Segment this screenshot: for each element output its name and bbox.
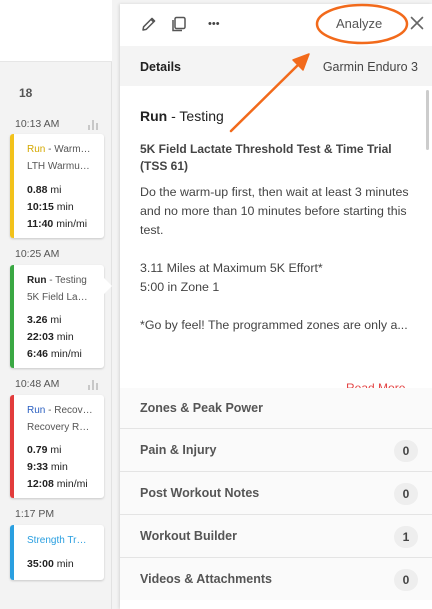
- card-title-suffix: - Testing: [46, 275, 87, 286]
- card-metric-distance: 0.79 mi: [27, 444, 62, 456]
- section-label: Videos & Attachments: [140, 572, 272, 586]
- section-label: Pain & Injury: [140, 443, 217, 457]
- section-count-badge: 0: [394, 440, 418, 462]
- card-metric-pace: 11:40 min/mi: [27, 218, 88, 230]
- card-title: Run - Testing: [27, 275, 87, 286]
- card-metric-distance: 0.88 mi: [27, 184, 62, 196]
- card-sport: Run: [27, 144, 46, 155]
- workout-sport: Run: [140, 108, 168, 124]
- section-workout-builder[interactable]: Workout Builder 1: [120, 514, 432, 557]
- copy-icon[interactable]: [170, 15, 188, 33]
- section-zones-peak-power[interactable]: Zones & Peak Power: [120, 388, 432, 428]
- details-header: Details Garmin Enduro 3: [120, 46, 432, 86]
- selected-card-pointer: [104, 278, 112, 294]
- description-paragraph: Do the warm-up first, then wait at least…: [140, 185, 409, 237]
- card-metric-pace: 6:46 min/mi: [27, 348, 82, 360]
- entry-time: 10:13 AM: [15, 118, 60, 130]
- card-color-stripe: [10, 525, 14, 580]
- chart-bars-icon[interactable]: [88, 119, 100, 130]
- description-paragraph: 3.11 Miles at Maximum 5K Effort* 5:00 in…: [140, 261, 323, 294]
- details-label: Details: [140, 60, 181, 74]
- workout-description: Do the warm-up first, then wait at least…: [140, 183, 415, 354]
- card-title-suffix: - Recov…: [45, 405, 93, 416]
- workout-card-selected[interactable]: Run - Testing 5K Field La… 3.26 mi 22:03…: [10, 265, 104, 368]
- entry-time: 10:25 AM: [15, 248, 60, 260]
- section-label: Workout Builder: [140, 529, 237, 543]
- section-videos-attachments[interactable]: Videos & Attachments 0: [120, 557, 432, 600]
- card-title: Run - Warm…: [27, 144, 91, 155]
- close-icon[interactable]: [408, 14, 426, 32]
- workout-card[interactable]: Strength Tr… 35:00 min: [10, 525, 104, 580]
- card-sport: Run: [27, 405, 46, 416]
- card-subtitle: LTH Warmu…: [27, 161, 90, 172]
- section-count-badge: 1: [394, 526, 418, 548]
- card-title: Run - Recov…: [27, 405, 93, 416]
- card-metric-pace: 12:08 min/mi: [27, 478, 88, 490]
- section-count-badge: 0: [394, 483, 418, 505]
- card-metric-duration: 10:15 min: [27, 201, 74, 213]
- description-paragraph: *Go by feel! The programmed zones are on…: [140, 318, 408, 332]
- card-metric-distance: 3.26 mi: [27, 314, 62, 326]
- more-horizontal-icon[interactable]: •••: [208, 18, 226, 36]
- workout-name: 5K Field Lactate Threshold Test & Time T…: [140, 142, 392, 173]
- workout-title: Run - Testing: [140, 108, 224, 124]
- section-label: Post Workout Notes: [140, 486, 260, 500]
- device-name: Garmin Enduro 3: [322, 60, 418, 74]
- workout-detail-panel: ••• Analyze Details Garmin Enduro 3 Run …: [120, 4, 432, 609]
- card-color-stripe: [10, 265, 14, 368]
- calendar-column: 18 10:13 AM Run - Warm… LTH Warmu… 0.88 …: [0, 0, 112, 609]
- workout-card[interactable]: Run - Warm… LTH Warmu… 0.88 mi 10:15 min…: [10, 134, 104, 238]
- chart-bars-icon[interactable]: [88, 379, 100, 390]
- card-title-suffix: - Warm…: [45, 144, 91, 155]
- scrollbar[interactable]: [426, 90, 429, 150]
- workout-title-rest: - Testing: [167, 108, 224, 124]
- section-count-badge: 0: [394, 569, 418, 591]
- detail-sections: Zones & Peak Power Pain & Injury 0 Post …: [120, 388, 432, 600]
- section-label: Zones & Peak Power: [140, 401, 263, 415]
- section-post-workout-notes[interactable]: Post Workout Notes 0: [120, 471, 432, 514]
- card-color-stripe: [10, 395, 14, 498]
- entry-time: 1:17 PM: [15, 508, 55, 520]
- card-sport: Run: [27, 275, 47, 286]
- card-metric-duration: 35:00 min: [27, 558, 74, 570]
- read-more-link[interactable]: Read More: [346, 381, 405, 388]
- card-subtitle: 5K Field La…: [27, 292, 88, 303]
- day-number: 18: [19, 86, 33, 100]
- card-metric-duration: 22:03 min: [27, 331, 74, 343]
- analyze-button[interactable]: Analyze: [336, 16, 382, 31]
- card-title: Strength Tr…: [27, 535, 86, 546]
- pencil-icon[interactable]: [140, 15, 158, 33]
- workout-card[interactable]: Run - Recov… Recovery R… 0.79 mi 9:33 mi…: [10, 395, 104, 498]
- card-color-stripe: [10, 134, 14, 238]
- card-sport: Strength Tr…: [27, 535, 87, 546]
- panel-toolbar: ••• Analyze: [120, 4, 432, 46]
- entry-time: 10:48 AM: [15, 378, 60, 390]
- calendar-header: [0, 0, 112, 62]
- card-metric-duration: 9:33 min: [27, 461, 68, 473]
- card-subtitle: Recovery R…: [27, 422, 90, 433]
- section-pain-injury[interactable]: Pain & Injury 0: [120, 428, 432, 471]
